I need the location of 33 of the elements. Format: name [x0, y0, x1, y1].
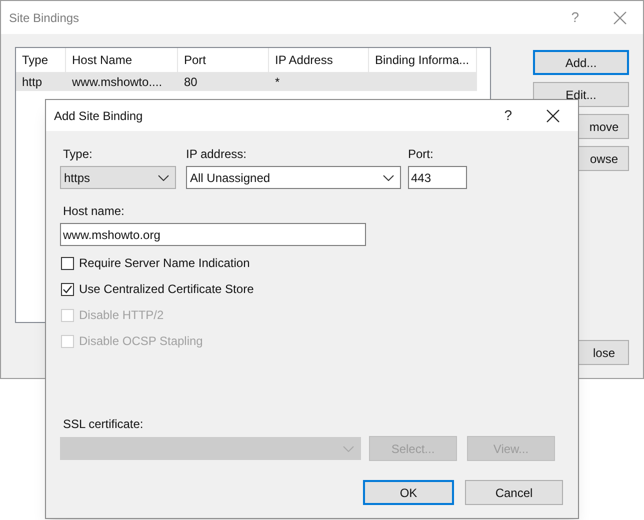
checkbox[interactable]: [61, 282, 74, 296]
field-label: Port:: [408, 146, 434, 163]
table-cell-text: http: [21, 74, 44, 90]
table-cell-text: 80: [183, 74, 198, 90]
table-cell-text: *: [274, 74, 281, 90]
type-dropdown[interactable]: https: [60, 166, 176, 189]
checkbox-label: Disable OCSP Stapling: [79, 333, 203, 350]
checkbox-label: Disable HTTP/2: [79, 307, 164, 324]
chevron-down-icon: [158, 174, 169, 180]
chevron-down-icon: [383, 174, 394, 180]
help-button[interactable]: ?: [504, 105, 512, 126]
checkbox-label: Require Server Name Indication: [79, 255, 250, 272]
dialog-title: Add Site Binding: [54, 108, 143, 124]
checkbox-label: Use Centralized Certificate Store: [79, 281, 254, 298]
port-field[interactable]: 443: [408, 166, 467, 189]
chevron-down-icon: [343, 446, 354, 452]
dropdown-value: All Unassigned: [190, 170, 272, 186]
help-button[interactable]: ?: [571, 7, 579, 28]
dialog-button[interactable]: OK: [363, 480, 454, 505]
dialog-button[interactable]: Cancel: [465, 480, 563, 505]
window-title: Site Bindings: [9, 10, 80, 26]
field-label: IP address:: [186, 146, 248, 163]
field-label: Type:: [62, 146, 94, 163]
field-label: Host name:: [62, 203, 126, 220]
binding-row[interactable]: http www.mshowto.... 80 *: [16, 72, 477, 91]
host-name-field[interactable]: www.mshowto.org: [60, 223, 366, 246]
ip-address-dropdown[interactable]: All Unassigned: [186, 166, 401, 189]
side-button[interactable]: Add...: [533, 50, 629, 75]
field-label: SSL certificate:: [62, 416, 144, 433]
checkbox[interactable]: [61, 256, 74, 270]
close-icon[interactable]: [546, 108, 560, 122]
table-cell-text: www.mshowto....: [71, 74, 164, 90]
dropdown-value: https: [64, 170, 92, 186]
